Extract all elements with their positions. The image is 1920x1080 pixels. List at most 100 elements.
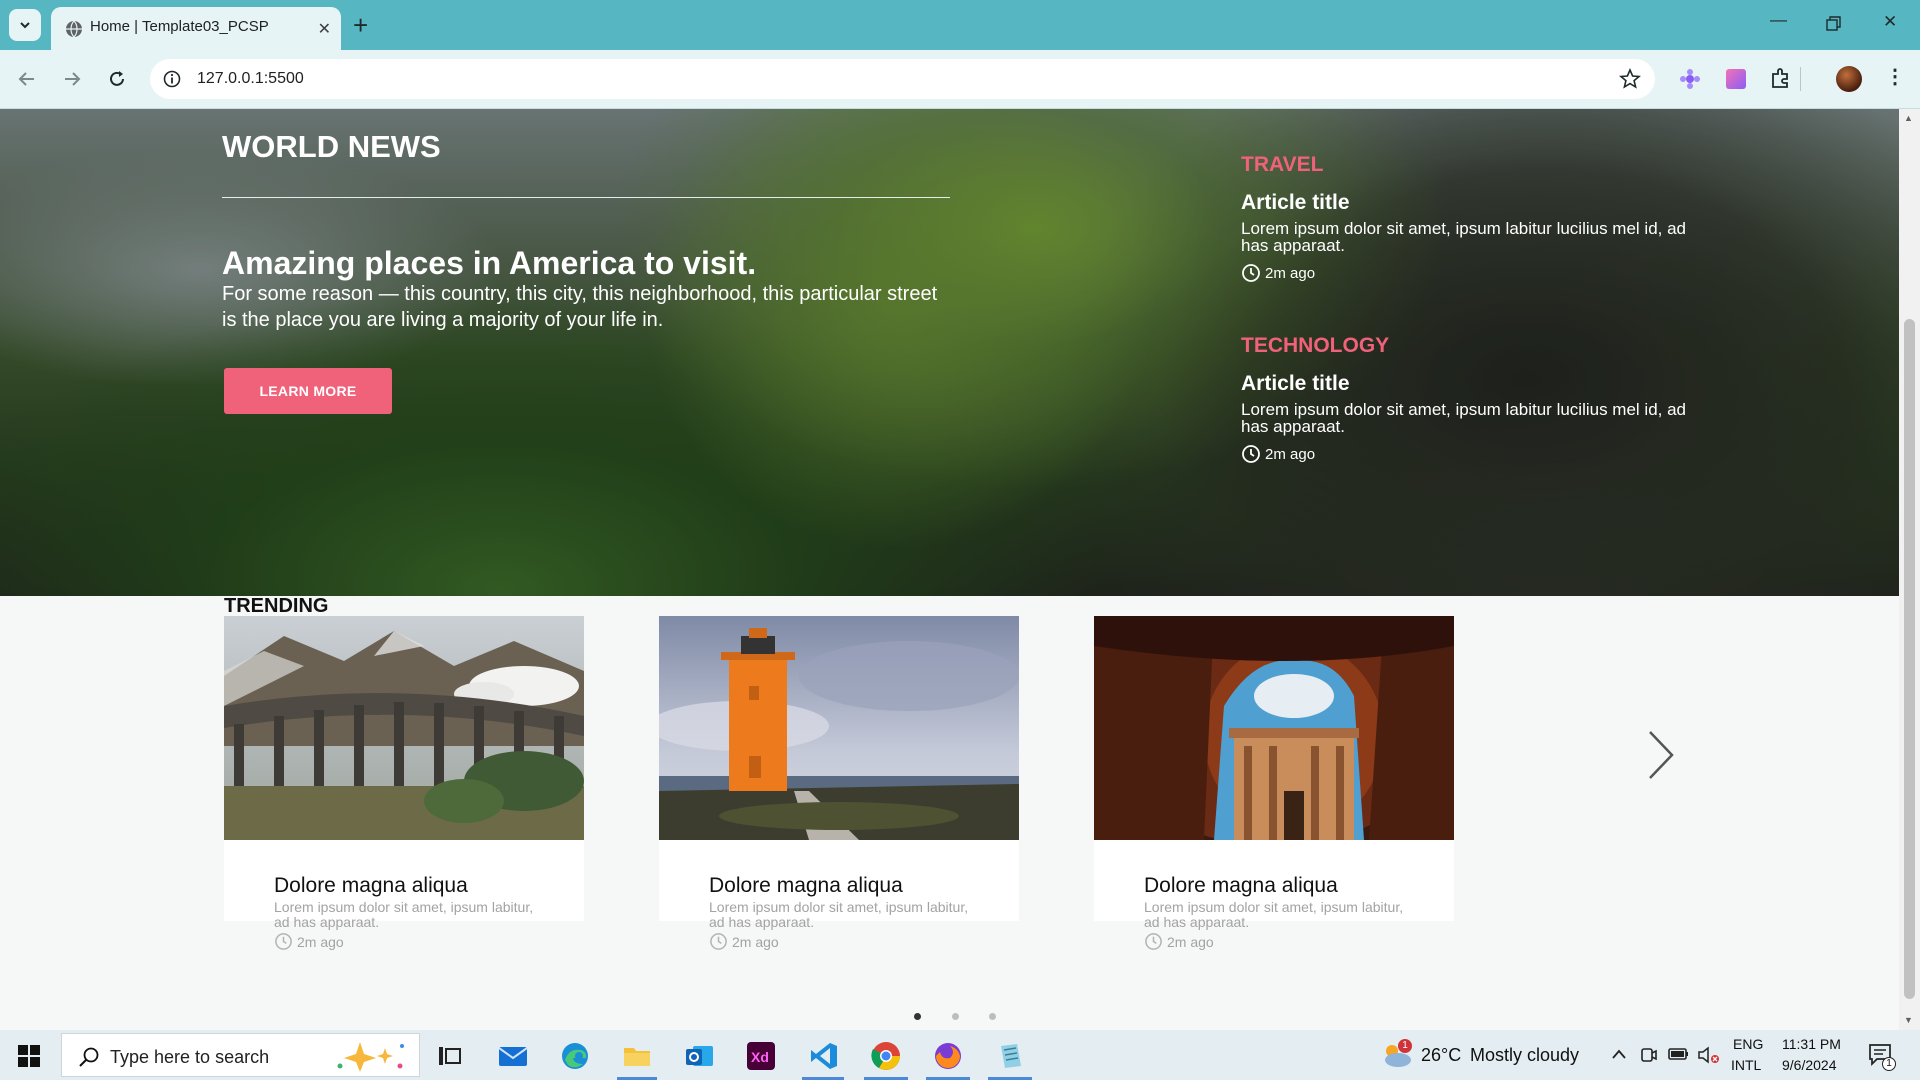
taskbar: Type here to search Xd 1 26°C Mostly clo… — [0, 1030, 1920, 1080]
card-excerpt: Lorem ipsum dolor sit amet, ipsum labitu… — [709, 899, 969, 930]
article-category: TRAVEL — [1241, 153, 1324, 176]
meet-now-icon[interactable] — [1640, 1045, 1658, 1065]
input-layout[interactable]: INTL — [1731, 1057, 1761, 1073]
article-title[interactable]: Article title — [1241, 372, 1701, 396]
card-time: 2m ago — [274, 932, 344, 951]
chevron-down-icon — [20, 22, 30, 29]
outlook-icon[interactable] — [683, 1040, 715, 1072]
arrow-right-icon — [65, 72, 81, 86]
weather-temperature[interactable]: 26°C — [1421, 1045, 1461, 1066]
article-time: 2m ago — [1241, 263, 1701, 283]
forward-button[interactable] — [59, 66, 85, 92]
card-title[interactable]: Dolore magna aliqua — [274, 874, 468, 898]
search-icon — [79, 1047, 99, 1067]
extension-flower-icon[interactable] — [1678, 67, 1702, 91]
chevron-up-icon[interactable] — [1611, 1048, 1627, 1060]
volume-muted-icon[interactable] — [1697, 1045, 1721, 1065]
section-title: WORLD NEWS — [222, 129, 441, 164]
adobe-xd-icon[interactable]: Xd — [745, 1040, 777, 1072]
clock-time[interactable]: 11:31 PM — [1782, 1036, 1841, 1052]
trending-card[interactable]: Dolore magna aliqua Lorem ipsum dolor si… — [659, 616, 1019, 950]
scrollbar-thumb[interactable] — [1904, 319, 1915, 999]
orange-lighthouse-photo — [659, 616, 1019, 840]
reload-icon — [110, 71, 124, 86]
tab-search-button[interactable] — [9, 9, 41, 41]
profile-avatar[interactable] — [1836, 66, 1862, 92]
clock-icon — [1242, 445, 1260, 463]
minimize-button[interactable]: — — [1770, 10, 1787, 30]
input-language[interactable]: ENG — [1733, 1036, 1763, 1052]
clock-date[interactable]: 9/6/2024 — [1782, 1057, 1837, 1073]
viaduct-train-photo — [224, 616, 584, 840]
mail-app-icon[interactable] — [497, 1040, 529, 1072]
card-title[interactable]: Dolore magna aliqua — [1144, 874, 1338, 898]
clock-icon — [275, 933, 292, 950]
hero-banner: WORLD NEWS Amazing places in America to … — [0, 109, 1899, 596]
weather-condition[interactable]: Mostly cloudy — [1470, 1045, 1579, 1066]
tab-title: Home | Template03_PCSP — [90, 18, 269, 35]
notification-count-badge: 1 — [1882, 1057, 1896, 1071]
clock-icon — [710, 933, 727, 950]
notepad-app-icon[interactable] — [995, 1040, 1027, 1072]
article-excerpt: Lorem ipsum dolor sit amet, ipsum labitu… — [1241, 219, 1687, 255]
card-excerpt: Lorem ipsum dolor sit amet, ipsum labitu… — [274, 899, 534, 930]
vscode-icon[interactable] — [808, 1040, 840, 1072]
extensions-puzzle-icon[interactable] — [1769, 66, 1793, 90]
scroll-down-arrow-icon[interactable]: ▼ — [1904, 1015, 1913, 1025]
new-tab-button[interactable]: + — [353, 10, 368, 41]
article-time: 2m ago — [1241, 444, 1701, 464]
task-view-icon[interactable] — [434, 1040, 466, 1072]
close-tab-icon[interactable]: ✕ — [318, 19, 331, 39]
globe-icon — [66, 20, 82, 38]
carousel-dot-2[interactable] — [952, 1013, 959, 1020]
close-window-button[interactable]: ✕ — [1883, 12, 1897, 32]
toolbar-divider — [1800, 67, 1801, 91]
carousel-dot-3[interactable] — [989, 1013, 996, 1020]
side-article-travel[interactable]: TRAVEL Article title Lorem ipsum dolor s… — [1241, 153, 1701, 283]
page-scrollbar[interactable]: ▲ ▼ — [1899, 109, 1920, 1030]
side-article-technology[interactable]: TECHNOLOGY Article title Lorem ipsum dol… — [1241, 334, 1701, 464]
scroll-up-arrow-icon[interactable]: ▲ — [1904, 113, 1913, 123]
file-explorer-icon[interactable] — [621, 1040, 653, 1072]
article-title[interactable]: Article title — [1241, 191, 1701, 215]
site-info-icon[interactable] — [163, 70, 181, 88]
card-time: 2m ago — [1144, 932, 1214, 951]
petra-treasury-photo — [1094, 616, 1454, 840]
firefox-icon[interactable] — [932, 1040, 964, 1072]
search-highlight-sparkle-icon — [337, 1042, 404, 1072]
windows-start-icon[interactable] — [18, 1045, 40, 1067]
clock-icon — [1242, 264, 1260, 282]
trending-card[interactable]: Dolore magna aliqua Lorem ipsum dolor si… — [1094, 616, 1454, 950]
card-excerpt: Lorem ipsum dolor sit amet, ipsum labitu… — [1144, 899, 1404, 930]
svg-text:Xd: Xd — [751, 1049, 769, 1065]
bookmark-star-icon[interactable] — [1619, 68, 1641, 90]
article-time-text: 2m ago — [1265, 445, 1316, 463]
browser-toolbar: 127.0.0.1:5500 ⋮ — [0, 50, 1920, 109]
article-category: TECHNOLOGY — [1241, 334, 1390, 357]
taskbar-search-placeholder: Type here to search — [110, 1047, 270, 1067]
battery-icon[interactable] — [1668, 1047, 1690, 1061]
carousel-next-chevron-icon[interactable] — [1646, 729, 1676, 781]
card-time-text: 2m ago — [1167, 933, 1214, 950]
article-excerpt: Lorem ipsum dolor sit amet, ipsum labitu… — [1241, 400, 1687, 436]
address-bar[interactable]: 127.0.0.1:5500 — [150, 59, 1655, 99]
card-title[interactable]: Dolore magna aliqua — [709, 874, 903, 898]
browser-menu-icon[interactable]: ⋮ — [1885, 64, 1905, 89]
edge-browser-icon[interactable] — [559, 1040, 591, 1072]
card-time: 2m ago — [709, 932, 779, 951]
page-viewport: WORLD NEWS Amazing places in America to … — [0, 109, 1899, 1030]
card-time-text: 2m ago — [297, 933, 344, 950]
carousel-dot-1[interactable] — [914, 1013, 921, 1020]
learn-more-button[interactable]: LEARN MORE — [224, 368, 392, 414]
restore-button[interactable] — [1826, 16, 1841, 31]
trending-card[interactable]: Dolore magna aliqua Lorem ipsum dolor si… — [224, 616, 584, 950]
extension-gradient-icon[interactable] — [1724, 67, 1748, 91]
reload-button[interactable] — [104, 66, 130, 92]
chrome-icon[interactable] — [870, 1040, 902, 1072]
browser-tab-strip: Home | Template03_PCSP ✕ + — ✕ — [0, 0, 1920, 50]
arrow-left-icon — [18, 72, 34, 86]
browser-tab-active[interactable]: Home | Template03_PCSP ✕ — [51, 7, 341, 50]
hero-lead-text: For some reason — this country, this cit… — [222, 283, 938, 331]
taskbar-search-box[interactable]: Type here to search — [61, 1033, 420, 1077]
back-button[interactable] — [14, 66, 40, 92]
